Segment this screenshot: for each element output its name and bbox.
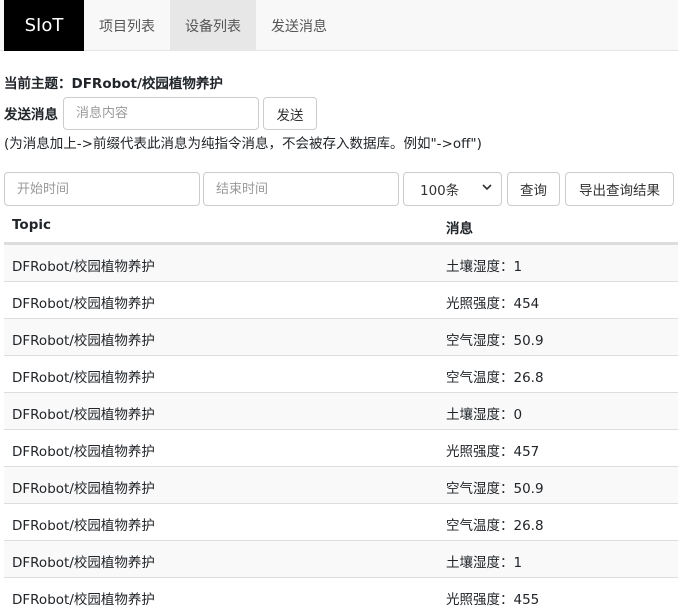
- send-button[interactable]: 发送: [263, 97, 317, 130]
- table-row: DFRobot/校园植物养护 光照强度：457: [4, 429, 678, 466]
- cell-topic: DFRobot/校园植物养护: [12, 592, 155, 608]
- cell-topic: DFRobot/校园植物养护: [12, 444, 155, 460]
- nav-item-send-message[interactable]: 发送消息: [256, 0, 342, 51]
- count-select-value: 100条: [420, 183, 460, 199]
- table-row: DFRobot/校园植物养护 光照强度：454: [4, 281, 678, 318]
- cell-topic: DFRobot/校园植物养护: [12, 518, 155, 534]
- current-topic: 当前主题：DFRobot/校园植物养护: [4, 76, 223, 92]
- cell-topic: DFRobot/校园植物养护: [12, 370, 155, 386]
- cell-message: 空气湿度：50.9: [446, 333, 544, 349]
- cell-topic: DFRobot/校园植物养护: [12, 555, 155, 571]
- cell-message: 空气湿度：50.9: [446, 481, 544, 497]
- cell-message: 空气温度：26.8: [446, 518, 544, 534]
- nav-item-projects[interactable]: 项目列表: [84, 0, 170, 51]
- export-results-button[interactable]: 导出查询结果: [565, 172, 674, 206]
- cell-message: 土壤湿度：1: [446, 259, 523, 275]
- brand-logo[interactable]: SIoT: [4, 0, 84, 51]
- cell-topic: DFRobot/校园植物养护: [12, 481, 155, 497]
- table-row: DFRobot/校园植物养护 光照强度：455: [4, 577, 678, 613]
- column-header-message: 消息: [446, 221, 473, 237]
- messages-table: Topic 消息 DFRobot/校园植物养护 土壤湿度：1 DFRobot/校…: [4, 207, 678, 613]
- query-button[interactable]: 查询: [507, 172, 560, 206]
- column-header-topic: Topic: [12, 217, 51, 233]
- cell-message: 光照强度：457: [446, 444, 540, 460]
- send-hint: (为消息加上->前缀代表此消息为纯指令消息，不会被存入数据库。例如"->off"…: [4, 136, 482, 152]
- cell-topic: DFRobot/校园植物养护: [12, 333, 155, 349]
- send-message-label: 发送消息: [4, 107, 58, 123]
- cell-message: 光照强度：454: [446, 296, 540, 312]
- nav-item-devices[interactable]: 设备列表: [170, 0, 256, 51]
- cell-message: 土壤湿度：1: [446, 555, 523, 571]
- count-select[interactable]: 100条: [403, 172, 502, 206]
- cell-message: 土壤湿度：0: [446, 407, 523, 423]
- start-time-input[interactable]: [4, 172, 200, 206]
- message-content-input[interactable]: [63, 97, 259, 130]
- cell-topic: DFRobot/校园植物养护: [12, 407, 155, 423]
- table-header: Topic 消息: [4, 207, 678, 244]
- table-row: DFRobot/校园植物养护 土壤湿度：0: [4, 392, 678, 429]
- table-row: DFRobot/校园植物养护 空气湿度：50.9: [4, 466, 678, 503]
- cell-topic: DFRobot/校园植物养护: [12, 259, 155, 275]
- table-row: DFRobot/校园植物养护 土壤湿度：1: [4, 540, 678, 577]
- table-row: DFRobot/校园植物养护 空气湿度：50.9: [4, 318, 678, 355]
- table-row: DFRobot/校园植物养护 土壤湿度：1: [4, 244, 678, 281]
- cell-message: 空气温度：26.8: [446, 370, 544, 386]
- navbar: SIoT 项目列表 设备列表 发送消息: [0, 0, 678, 51]
- table-row: DFRobot/校园植物养护 空气温度：26.8: [4, 503, 678, 540]
- cell-message: 光照强度：455: [446, 592, 540, 608]
- table-row: DFRobot/校园植物养护 空气温度：26.8: [4, 355, 678, 392]
- end-time-input[interactable]: [203, 172, 399, 206]
- chevron-down-icon: [481, 181, 493, 196]
- cell-topic: DFRobot/校园植物养护: [12, 296, 155, 312]
